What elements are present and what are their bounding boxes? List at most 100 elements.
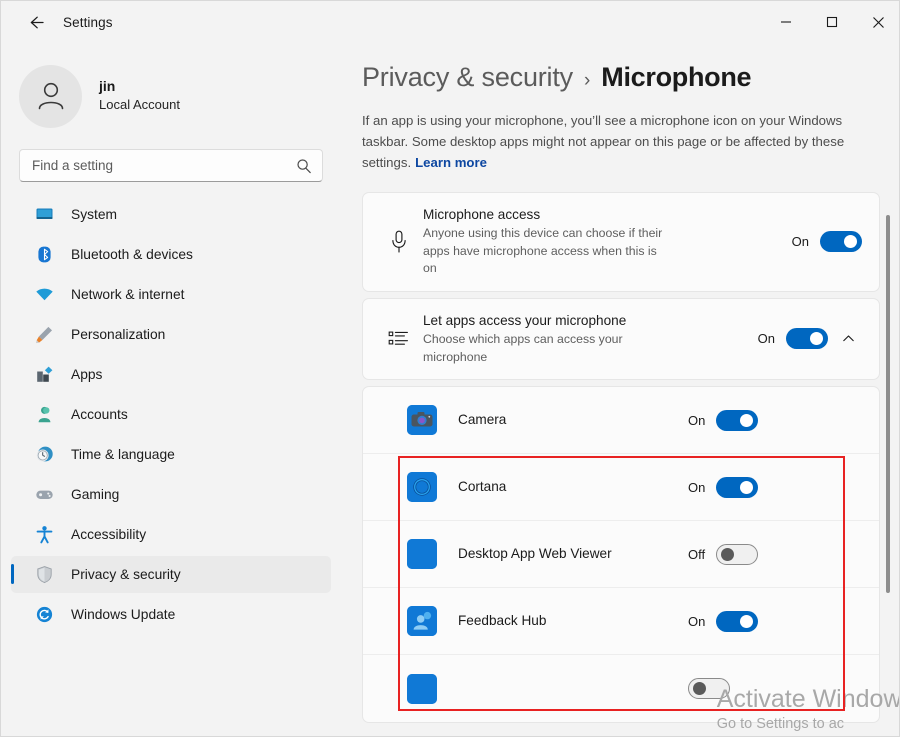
list-item[interactable]: Camera On — [363, 387, 879, 455]
main-content: Privacy & security › Microphone If an ap… — [341, 43, 899, 736]
maximize-button[interactable] — [809, 1, 855, 43]
search-icon — [296, 158, 312, 174]
content-scrollbar[interactable] — [883, 43, 895, 736]
microphone-access-card: Microphone access Anyone using this devi… — [362, 191, 880, 292]
toggle-state-label: On — [688, 479, 706, 495]
app-permission-list: Camera On Cortana On Desktop App Web Vie… — [362, 386, 880, 724]
card-title: Microphone access — [423, 206, 541, 222]
card-row[interactable]: Let apps access your microphone Choose w… — [363, 299, 879, 380]
chevron-up-icon — [842, 335, 854, 342]
card-subtitle: Choose which apps can access your microp… — [423, 332, 623, 364]
card-subtitle: Anyone using this device can choose if t… — [423, 226, 663, 276]
scrollbar-thumb[interactable] — [886, 215, 890, 593]
camera-app-icon — [407, 405, 437, 436]
maximize-icon — [826, 16, 838, 28]
toggle-knob — [740, 413, 754, 427]
toggle-knob — [844, 235, 857, 249]
list-item[interactable]: Feedback Hub On — [363, 588, 879, 656]
bluetooth-icon — [33, 244, 55, 266]
toggle-knob — [740, 614, 754, 628]
toggle-state-label: Off — [688, 546, 706, 562]
learn-more-link[interactable]: Learn more — [415, 155, 487, 170]
sidebar-item-gaming[interactable]: Gaming — [11, 476, 331, 513]
app-list-icon — [379, 328, 419, 350]
update-refresh-icon — [33, 604, 55, 626]
desktop-app-web-viewer-icon — [407, 539, 437, 570]
sidebar-item-personalization[interactable]: Personalization — [11, 316, 331, 353]
toggle-knob — [810, 332, 823, 346]
breadcrumb-parent-link[interactable]: Privacy & security — [362, 62, 573, 93]
minimize-icon — [781, 21, 791, 23]
breadcrumb: Privacy & security › Microphone — [341, 43, 899, 93]
card-title: Let apps access your microphone — [423, 312, 627, 328]
account-name: jin — [99, 78, 116, 95]
toggle-knob — [721, 547, 735, 561]
sidebar-item-privacy-security[interactable]: Privacy & security — [11, 556, 331, 593]
apps-icon — [33, 364, 55, 386]
app-name: Feedback Hub — [458, 613, 547, 629]
sidebar-nav: System Bluetooth & devices Network & int… — [1, 196, 341, 633]
sidebar-item-label: Accessibility — [71, 527, 147, 542]
close-button[interactable] — [855, 1, 899, 43]
shield-icon — [33, 564, 55, 586]
monitor-icon — [33, 204, 55, 226]
sidebar-item-label: Apps — [71, 367, 103, 382]
app-name: Desktop App Web Viewer — [458, 546, 612, 562]
paintbrush-icon — [33, 324, 55, 346]
toggle-state-label: On — [791, 234, 809, 250]
search-box[interactable] — [19, 149, 323, 182]
toggle-state-label: On — [757, 331, 775, 347]
clock-globe-icon — [33, 444, 55, 466]
sidebar-item-label: Personalization — [71, 327, 166, 342]
sidebar-item-label: Accounts — [71, 407, 128, 422]
list-item[interactable]: Cortana On — [363, 454, 879, 522]
microphone-icon — [379, 229, 419, 255]
chevron-right-icon: › — [583, 70, 591, 91]
sidebar-item-label: Gaming — [71, 487, 120, 502]
search-input[interactable] — [32, 158, 296, 173]
toggle-knob — [740, 480, 754, 494]
window-controls — [763, 1, 899, 43]
sidebar-item-label: Time & language — [71, 447, 175, 462]
account-type: Local Account — [99, 97, 180, 113]
desktop-app-web-viewer-microphone-toggle[interactable] — [716, 543, 759, 565]
page-description: If an app is using your microphone, you’… — [362, 111, 878, 174]
person-avatar-icon — [38, 82, 63, 110]
sidebar-item-accessibility[interactable]: Accessibility — [11, 516, 331, 553]
arrow-left-icon — [30, 16, 44, 28]
title-bar: Settings — [1, 1, 899, 43]
let-apps-access-microphone-toggle[interactable] — [786, 328, 828, 350]
toggle-state-label: On — [688, 613, 706, 629]
accessibility-person-icon — [33, 524, 55, 546]
settings-window: Settings jin Local Account Find a settin… — [0, 0, 900, 737]
cortana-microphone-toggle[interactable] — [716, 476, 759, 498]
expand-collapse-button[interactable] — [834, 325, 862, 353]
sidebar-item-apps[interactable]: Apps — [11, 356, 331, 393]
microphone-access-toggle[interactable] — [820, 231, 862, 253]
cortana-app-icon — [407, 472, 437, 503]
sidebar-item-label: Windows Update — [71, 607, 176, 622]
minimize-button[interactable] — [763, 1, 809, 43]
page-title: Microphone — [601, 62, 752, 92]
list-item[interactable]: Desktop App Web Viewer Off — [363, 521, 879, 589]
avatar — [19, 64, 82, 128]
sidebar-item-time-language[interactable]: Time & language — [11, 436, 331, 473]
sidebar-item-bluetooth-devices[interactable]: Bluetooth & devices — [11, 236, 331, 273]
account-section[interactable]: jin Local Account — [1, 43, 341, 133]
sidebar-item-system[interactable]: System — [11, 196, 331, 233]
account-person-icon — [33, 404, 55, 426]
feedback-hub-microphone-toggle[interactable] — [716, 610, 759, 632]
card-row[interactable]: Microphone access Anyone using this devi… — [363, 193, 879, 291]
app-name: Cortana — [458, 479, 507, 495]
back-button[interactable] — [15, 6, 55, 38]
sidebar-item-accounts[interactable]: Accounts — [11, 396, 331, 433]
feedback-hub-app-icon — [407, 606, 437, 637]
sidebar-item-network-internet[interactable]: Network & internet — [11, 276, 331, 313]
app-microphone-toggle[interactable] — [688, 678, 730, 700]
toggle-state-label: On — [688, 412, 706, 428]
camera-microphone-toggle[interactable] — [716, 409, 759, 431]
sidebar-item-windows-update[interactable]: Windows Update — [11, 596, 331, 633]
gamepad-icon — [33, 484, 55, 506]
sidebar-item-label: System — [71, 207, 117, 222]
list-item-partial[interactable] — [363, 655, 879, 722]
